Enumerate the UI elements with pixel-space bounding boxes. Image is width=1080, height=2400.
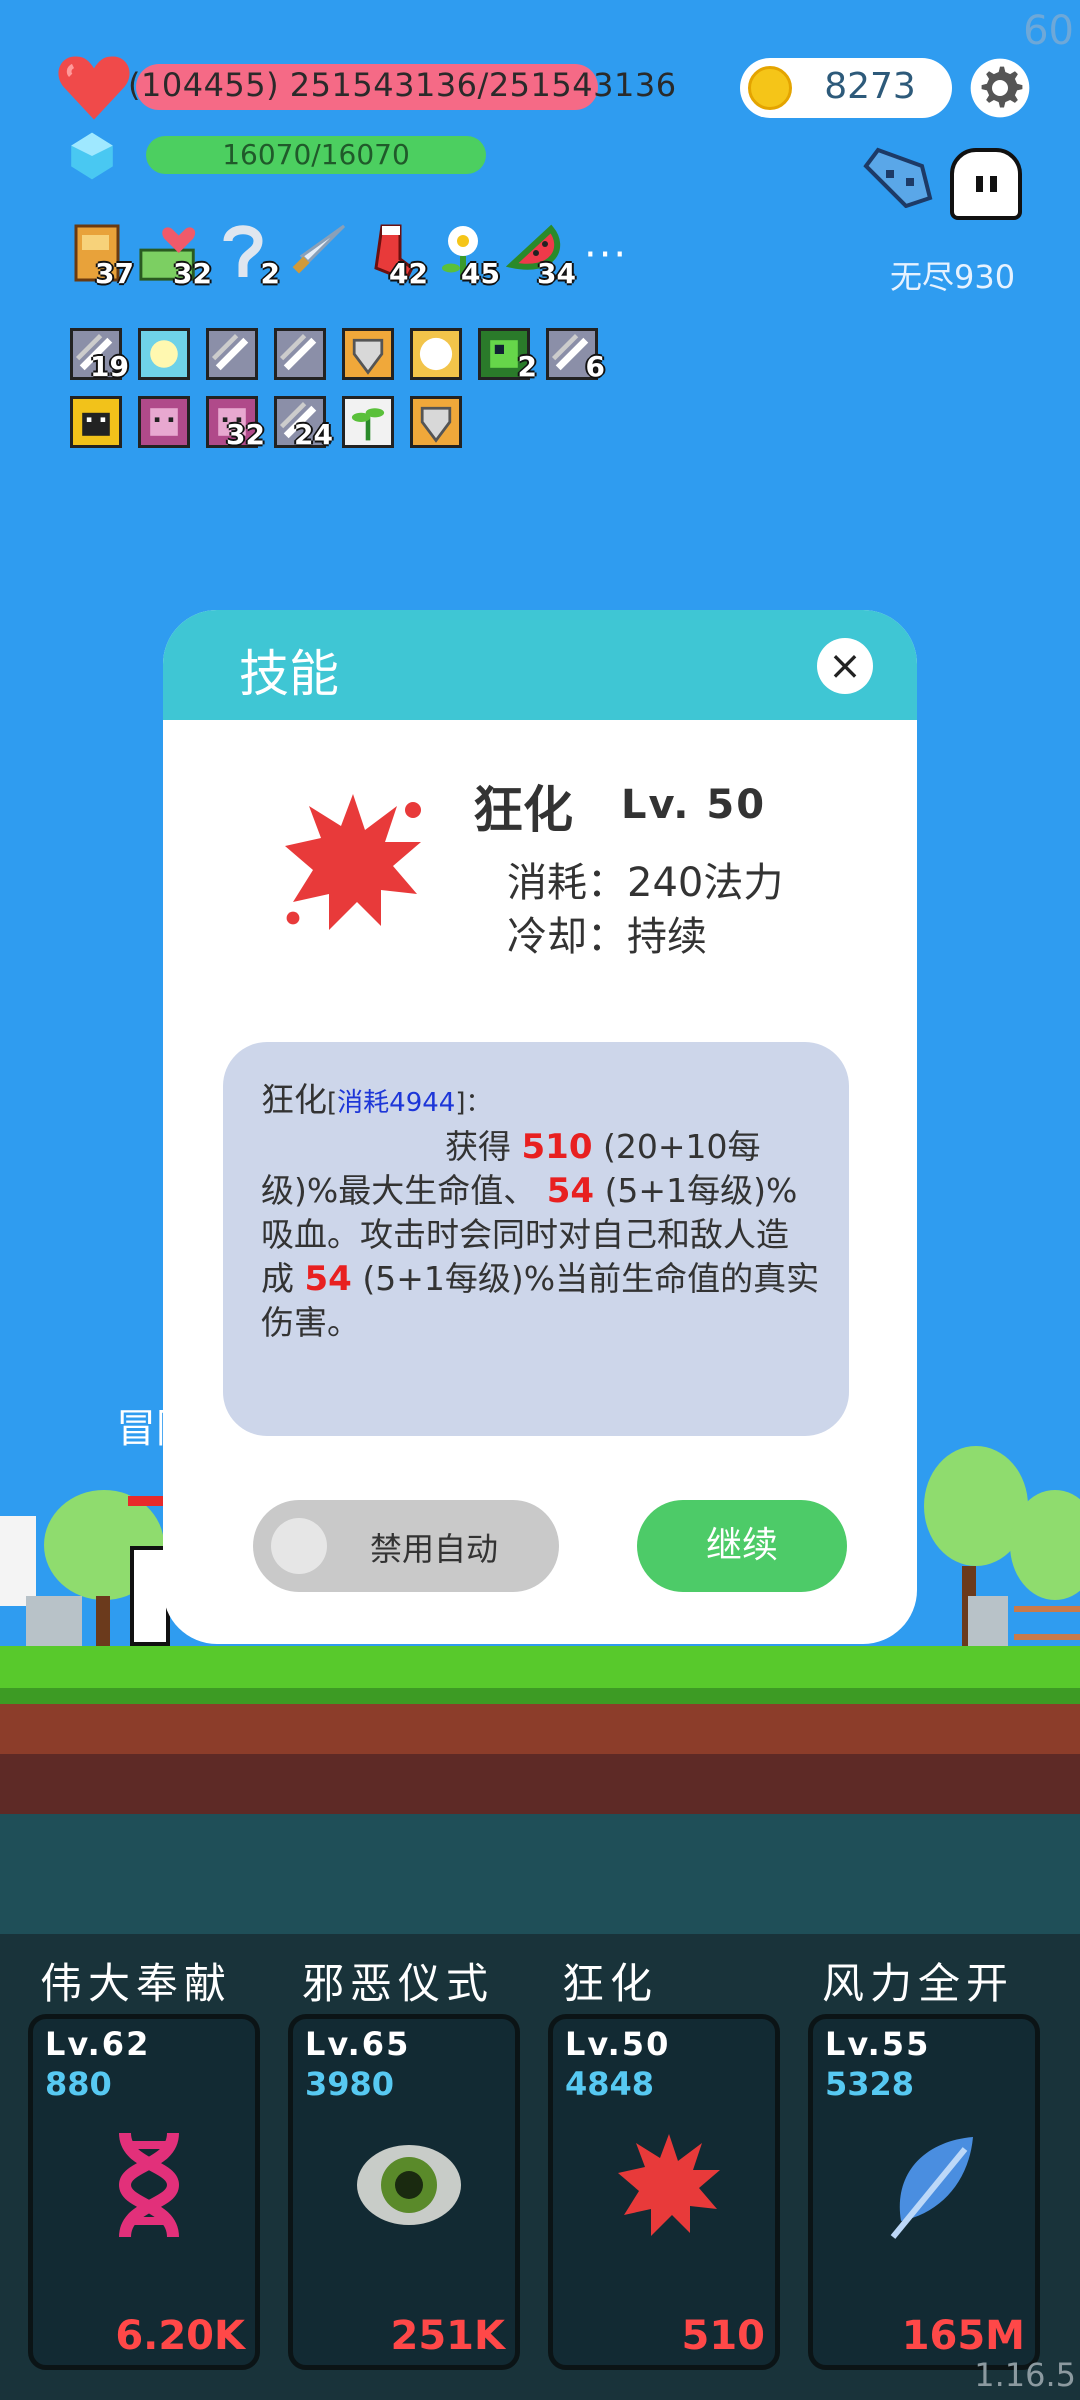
skill-card-value: 165M (901, 2313, 1025, 2359)
skill-description-box: 狂化[消耗4944]： 获得 510 (20+10每级)%最大生命值、 54 (… (223, 1042, 849, 1436)
shield-buff-icon[interactable] (342, 328, 394, 380)
book-icon[interactable]: 37 (70, 222, 134, 290)
skill-name-4: 风力全开 (822, 1959, 1015, 2008)
skill-card-value: 510 (681, 2313, 766, 2359)
coin-icon (748, 66, 792, 110)
skill-card-berserk[interactable]: Lv.50 4848 510 (548, 2014, 780, 2370)
grass-edge (0, 1688, 1080, 1704)
berserk-splat-icon (285, 794, 421, 930)
desc-tag-close: ]： (455, 1088, 492, 1118)
gravestone (968, 1596, 1008, 1648)
close-button[interactable]: × (817, 638, 873, 694)
heart-money-icon[interactable]: 32 (138, 222, 212, 290)
gear-icon[interactable] (968, 56, 1032, 120)
desc-cost-tag: 消耗4944 (337, 1088, 456, 1118)
skill-name-3: 狂化 (562, 1959, 659, 2008)
feather-icon (890, 2137, 973, 2239)
skill-cost: 消耗：240法力 (507, 860, 784, 906)
skill-card-level: Lv.50 (565, 2025, 671, 2063)
slash-buff-icon[interactable] (274, 328, 326, 380)
flower-icon[interactable]: 45 (436, 222, 500, 290)
skill-card-cost: 4848 (565, 2065, 655, 2103)
desc-value-3: 54 (304, 1259, 352, 1299)
continue-button[interactable]: 继续 (637, 1500, 847, 1592)
mana-gem-icon (71, 132, 113, 180)
skill-card-evil-ritual[interactable]: Lv.65 3980 251K (288, 2014, 520, 2370)
fence (1014, 1606, 1080, 1640)
fps-counter: 60 (1023, 8, 1074, 54)
cloud (0, 1516, 36, 1606)
gravestone (26, 1596, 82, 1648)
skill-card-cost: 5328 (825, 2065, 915, 2103)
sprout-buff-icon[interactable] (342, 396, 394, 448)
slash-buff-icon[interactable]: 19 (70, 328, 129, 383)
desc-tag-open: [ (327, 1088, 338, 1118)
desc-skill-name: 狂化 (261, 1080, 327, 1119)
version-label: 1.16.5 (974, 2356, 1076, 2394)
circuit-buff-icon[interactable]: 2 (478, 328, 537, 383)
sock-icon[interactable]: 42 (364, 222, 428, 290)
hp-text: (104455) 251543136/251543136 (128, 66, 677, 104)
toggle-label: 禁用自动 (369, 1530, 498, 1568)
demon-buff-icon[interactable] (138, 396, 190, 448)
heart-icon (58, 56, 130, 120)
coin-value: 8273 (824, 66, 916, 107)
splat-icon (618, 2134, 720, 2236)
skill-description: 狂化[消耗4944]： 获得 510 (20+10每级)%最大生命值、 54 (… (261, 1078, 821, 1345)
skill-name: 狂化 (473, 781, 573, 839)
cat-pet-icon[interactable] (862, 146, 934, 208)
dirt-deep-layer (0, 1754, 1080, 1814)
water-layer (0, 1814, 1080, 1934)
more-items-button[interactable]: ··· (584, 232, 628, 278)
light-buff-icon[interactable] (138, 328, 190, 380)
skill-name-1: 伟大奉献 (40, 1959, 233, 2008)
mp-text: 16070/16070 (222, 138, 410, 171)
tree-trunk (96, 1596, 110, 1648)
desc-value-2: 54 (546, 1171, 595, 1211)
hook-icon[interactable]: 2 (216, 222, 280, 290)
player-hp-bar (128, 1496, 164, 1506)
dialog-title: 技能 (239, 645, 339, 703)
monster-buff-icon[interactable] (70, 396, 122, 448)
watermelon-icon[interactable]: 34 (505, 222, 576, 290)
burst-buff-icon[interactable] (410, 328, 462, 380)
skill-card-cost: 3980 (305, 2065, 395, 2103)
skill-card-full-wind[interactable]: Lv.55 5328 165M (808, 2014, 1040, 2370)
slash-buff-icon[interactable]: 6 (546, 328, 605, 383)
disable-auto-toggle[interactable]: 禁用自动 (253, 1500, 559, 1592)
ghost-pet-icon[interactable] (950, 148, 1022, 220)
desc-gain: 获得 (445, 1127, 511, 1166)
skill-card-value: 251K (390, 2313, 506, 2359)
skill-card-level: Lv.55 (825, 2025, 931, 2063)
skill-card-level: Lv.62 (45, 2025, 151, 2063)
skill-name-2: 邪恶仪式 (302, 1959, 495, 2008)
eye-icon (357, 2145, 461, 2225)
skill-level: Lv. 50 (621, 782, 767, 828)
desc-value-1: 510 (521, 1127, 593, 1167)
sword-icon[interactable] (284, 222, 350, 284)
slash-buff-icon[interactable]: 24 (274, 396, 333, 451)
skill-dialog: 技能 × 狂化 Lv. 50 消耗：240法力 冷却：持续 狂化[消耗4944]… (163, 610, 917, 1644)
dna-icon (118, 2132, 180, 2238)
endless-stage-label[interactable]: 无尽930 (890, 252, 1015, 298)
skill-card-level: Lv.65 (305, 2025, 411, 2063)
demon-buff-icon[interactable]: 32 (206, 396, 265, 451)
slash-buff-icon[interactable] (206, 328, 258, 380)
skill-card-great-devotion[interactable]: Lv.62 880 6.20K (28, 2014, 260, 2370)
skill-card-cost: 880 (45, 2065, 112, 2103)
skill-cooldown: 冷却：持续 (507, 914, 707, 960)
skill-card-value: 6.20K (115, 2313, 245, 2359)
shield-buff-icon[interactable] (410, 396, 462, 448)
